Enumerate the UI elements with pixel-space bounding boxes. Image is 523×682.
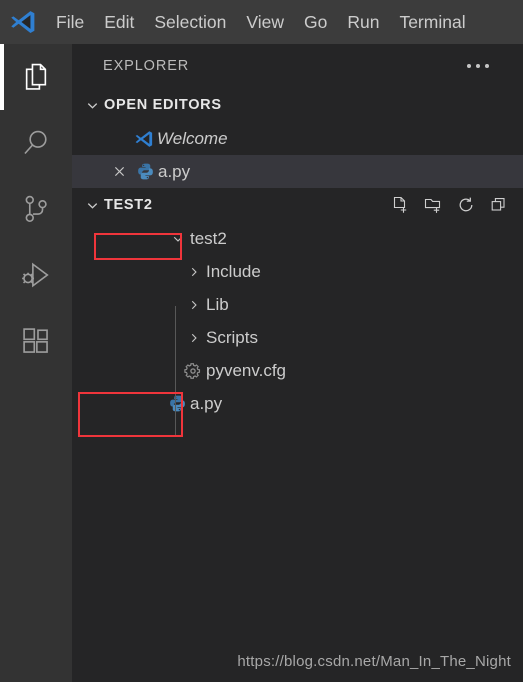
- tree-item-label: Include: [206, 261, 261, 281]
- watermark-text: https://blog.csdn.net/Man_In_The_Night: [237, 653, 511, 670]
- tree-item-scripts[interactable]: Scripts: [72, 321, 523, 354]
- chevron-down-icon: [80, 198, 104, 213]
- active-indicator: [0, 176, 4, 242]
- active-indicator: [0, 110, 4, 176]
- activity-item-search[interactable]: [0, 110, 72, 176]
- vscode-window: File Edit Selection View Go Run Terminal: [0, 0, 523, 682]
- activity-item-extensions[interactable]: [0, 308, 72, 374]
- menu-selection[interactable]: Selection: [144, 0, 236, 44]
- tree-item-label: a.py: [190, 393, 223, 413]
- files-icon: [19, 60, 53, 94]
- section-label-open-editors: OPEN EDITORS: [104, 97, 222, 113]
- activity-bar: [0, 44, 72, 682]
- menu-go[interactable]: Go: [294, 0, 337, 44]
- menu-file[interactable]: File: [46, 0, 94, 44]
- menu-edit[interactable]: Edit: [94, 0, 144, 44]
- gear-icon: [180, 362, 206, 380]
- tree-item-label: test2: [190, 228, 227, 248]
- open-editor-label: Welcome: [157, 128, 228, 148]
- tree-indent-guide: [175, 306, 176, 436]
- new-folder-icon[interactable]: [423, 195, 443, 215]
- activity-item-source-control[interactable]: [0, 176, 72, 242]
- tree-item-label: Scripts: [206, 327, 258, 347]
- open-editor-item-welcome[interactable]: Welcome: [72, 122, 523, 155]
- tree-item-a-py[interactable]: a.py: [72, 387, 523, 420]
- activity-item-run-and-debug[interactable]: [0, 242, 72, 308]
- run-and-debug-icon: [19, 258, 53, 292]
- sidebar-header: EXPLORER: [72, 44, 523, 88]
- menu-bar: File Edit Selection View Go Run Terminal: [46, 0, 476, 44]
- python-icon: [132, 162, 158, 181]
- tree-item-pyvenv-cfg[interactable]: pyvenv.cfg: [72, 354, 523, 387]
- chevron-right-icon: [182, 298, 206, 312]
- refresh-icon[interactable]: [456, 195, 476, 215]
- source-control-icon: [19, 192, 53, 226]
- title-bar: File Edit Selection View Go Run Terminal: [0, 0, 523, 44]
- tree-item-label: Lib: [206, 294, 229, 314]
- open-editor-item-a-py[interactable]: a.py: [72, 155, 523, 188]
- tree-item-include[interactable]: Include: [72, 255, 523, 288]
- tree-item-label: pyvenv.cfg: [206, 360, 287, 380]
- activity-item-explorer[interactable]: [0, 44, 72, 110]
- extensions-icon: [19, 324, 53, 358]
- menu-view[interactable]: View: [236, 0, 294, 44]
- chevron-right-icon: [182, 265, 206, 279]
- chevron-down-icon: [166, 232, 190, 246]
- search-icon: [19, 126, 53, 160]
- tree-item-test2[interactable]: test2: [72, 222, 523, 255]
- new-file-icon[interactable]: [390, 195, 410, 215]
- page-title: EXPLORER: [103, 58, 190, 74]
- menu-terminal[interactable]: Terminal: [389, 0, 475, 44]
- explorer-sidebar: EXPLORER OPEN EDITORS Welcome a.py TEST2…: [72, 44, 523, 682]
- active-indicator: [0, 308, 4, 374]
- ellipsis-icon[interactable]: [461, 58, 495, 74]
- explorer-toolbar: [390, 195, 523, 215]
- open-editor-label: a.py: [158, 161, 191, 181]
- section-label-workspace: TEST2: [104, 197, 153, 213]
- active-indicator: [0, 242, 4, 308]
- python-icon: [164, 394, 190, 413]
- menu-run[interactable]: Run: [337, 0, 389, 44]
- vscode-logo-icon: [0, 0, 46, 44]
- tree-item-lib[interactable]: Lib: [72, 288, 523, 321]
- chevron-right-icon: [182, 331, 206, 345]
- section-workspace-test2[interactable]: TEST2: [72, 188, 523, 222]
- section-open-editors[interactable]: OPEN EDITORS: [72, 88, 523, 122]
- chevron-down-icon: [80, 98, 104, 113]
- file-tree: test2 Include Lib Scripts pyvenv.cfg a.p…: [72, 222, 523, 420]
- close-icon[interactable]: [106, 164, 132, 179]
- vscode-logo-icon: [131, 129, 157, 149]
- collapse-all-icon[interactable]: [489, 195, 509, 215]
- active-indicator: [0, 44, 4, 110]
